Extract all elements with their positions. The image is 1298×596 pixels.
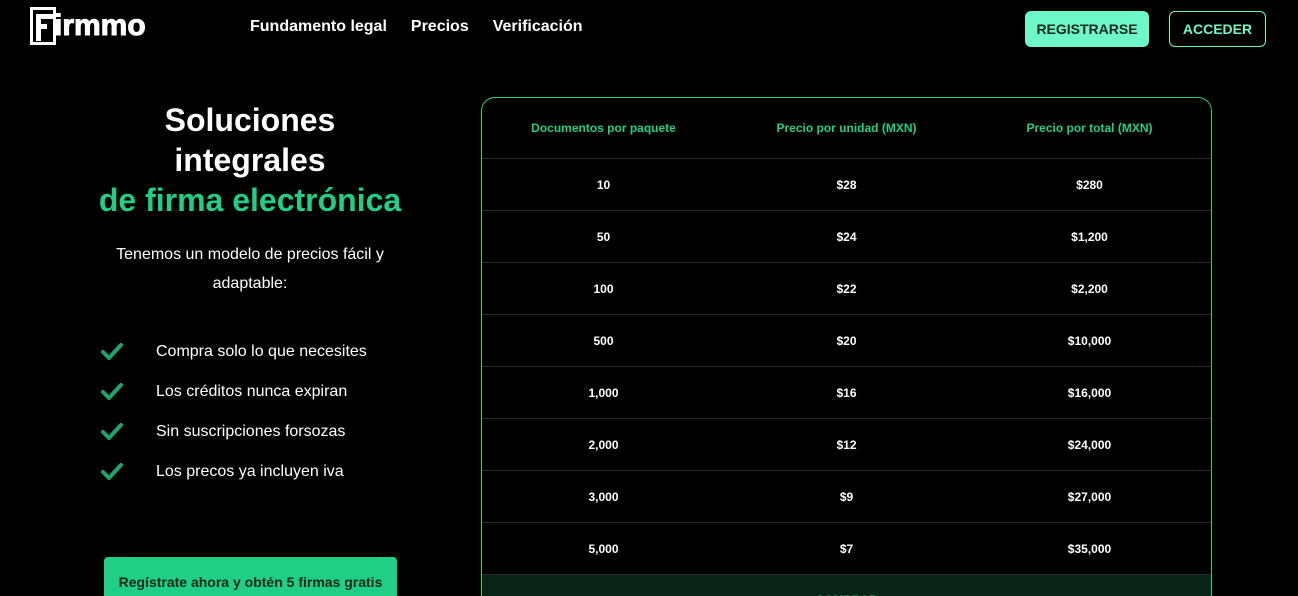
column-header-total-price: Precio por total (MXN) bbox=[1026, 121, 1153, 135]
cell-unit-price: $12 bbox=[836, 437, 857, 452]
cell-total-price: $10,000 bbox=[1067, 333, 1112, 348]
nav-item-fundamento-legal[interactable]: Fundamento legal bbox=[250, 18, 387, 36]
cell-documents: 50 bbox=[596, 229, 611, 244]
cell-documents: 2,000 bbox=[588, 437, 619, 452]
table-row: 50 $24 $1,200 bbox=[482, 211, 1211, 263]
column-header-documents: Documentos por paquete bbox=[531, 121, 676, 135]
table-row: 1,000 $16 $16,000 bbox=[482, 367, 1211, 419]
signup-cta-button[interactable]: Regístrate ahora y obtén 5 firmas gratis bbox=[104, 557, 397, 596]
table-row: 5,000 $7 $35,000 bbox=[482, 523, 1211, 575]
cell-total-price: $280 bbox=[1076, 177, 1103, 192]
cell-total-price: $16,000 bbox=[1067, 385, 1112, 400]
login-button[interactable]: ACCEDER bbox=[1169, 11, 1266, 47]
feature-item: Los créditos nunca expiran bbox=[100, 372, 367, 412]
pricing-table-header: Documentos por paquete Precio por unidad… bbox=[482, 98, 1211, 159]
hero-title-line1: Soluciones bbox=[164, 102, 336, 138]
cell-unit-price: $20 bbox=[836, 333, 857, 348]
cell-total-price: $24,000 bbox=[1067, 437, 1112, 452]
cell-documents: 100 bbox=[593, 281, 614, 296]
feature-item: Los precos ya incluyen iva bbox=[100, 452, 367, 492]
cell-unit-price: $22 bbox=[836, 281, 857, 296]
logo[interactable]: irmmo bbox=[30, 6, 146, 46]
cell-total-price: $27,000 bbox=[1067, 489, 1112, 504]
cell-documents: 5,000 bbox=[588, 541, 619, 556]
check-icon bbox=[100, 460, 124, 484]
cell-unit-price: $7 bbox=[839, 541, 854, 556]
buy-button[interactable]: COMPRAR bbox=[482, 575, 1211, 596]
hero-title-line2: integrales bbox=[174, 142, 326, 178]
logo-mark bbox=[30, 7, 56, 45]
feature-label: Los créditos nunca expiran bbox=[156, 383, 348, 400]
table-row: 100 $22 $2,200 bbox=[482, 263, 1211, 315]
cell-total-price: $35,000 bbox=[1067, 541, 1112, 556]
hero-title: Soluciones integrales de firma electróni… bbox=[60, 100, 440, 220]
nav-item-precios[interactable]: Precios bbox=[411, 18, 469, 36]
table-row: 3,000 $9 $27,000 bbox=[482, 471, 1211, 523]
cell-documents: 1,000 bbox=[588, 385, 619, 400]
hero-subtitle: Tenemos un modelo de precios fácil y ada… bbox=[116, 246, 384, 292]
column-header-unit-price: Precio por unidad (MXN) bbox=[776, 121, 917, 135]
feature-label: Los precos ya incluyen iva bbox=[156, 463, 344, 480]
feature-item: Compra solo lo que necesites bbox=[100, 332, 367, 372]
pricing-table: Documentos por paquete Precio por unidad… bbox=[481, 97, 1212, 596]
check-icon bbox=[100, 380, 124, 404]
cell-documents: 500 bbox=[593, 333, 614, 348]
feature-list: Compra solo lo que necesites Los crédito… bbox=[100, 332, 367, 492]
table-row: 10 $28 $280 bbox=[482, 159, 1211, 211]
cell-total-price: $2,200 bbox=[1071, 281, 1108, 296]
cell-total-price: $1,200 bbox=[1071, 229, 1108, 244]
cell-unit-price: $9 bbox=[839, 489, 854, 504]
logo-text: irmmo bbox=[54, 9, 147, 43]
feature-label: Compra solo lo que necesites bbox=[156, 343, 367, 360]
cell-unit-price: $28 bbox=[836, 177, 857, 192]
register-button[interactable]: REGISTRARSE bbox=[1025, 11, 1149, 47]
main-nav: Fundamento legal Precios Verificación bbox=[250, 18, 583, 36]
hero-title-accent: de firma electrónica bbox=[98, 182, 402, 218]
check-icon bbox=[100, 340, 124, 364]
table-row: 2,000 $12 $24,000 bbox=[482, 419, 1211, 471]
nav-item-verificacion[interactable]: Verificación bbox=[493, 18, 583, 36]
check-icon bbox=[100, 420, 124, 444]
table-row: 500 $20 $10,000 bbox=[482, 315, 1211, 367]
cell-unit-price: $16 bbox=[836, 385, 857, 400]
cell-documents: 10 bbox=[596, 177, 611, 192]
cell-documents: 3,000 bbox=[588, 489, 619, 504]
feature-label: Sin suscripciones forsozas bbox=[156, 423, 346, 440]
cell-unit-price: $24 bbox=[836, 229, 857, 244]
feature-item: Sin suscripciones forsozas bbox=[100, 412, 367, 452]
